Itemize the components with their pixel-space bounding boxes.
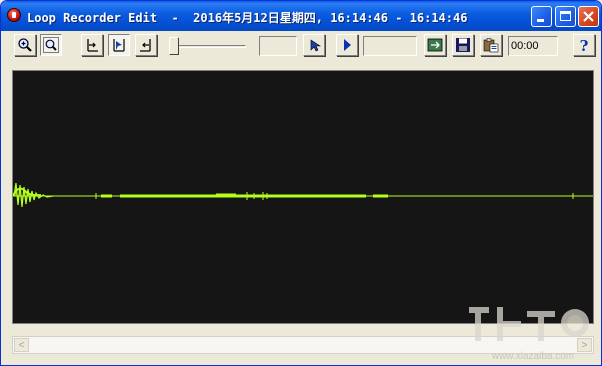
volume-slider-track[interactable] xyxy=(172,45,246,48)
save-button[interactable] xyxy=(452,34,474,56)
mark-start-button[interactable] xyxy=(81,34,103,56)
toolbar: 00:00 ? xyxy=(1,31,601,61)
select-button[interactable] xyxy=(108,34,130,56)
svg-text:?: ? xyxy=(580,37,589,53)
mark-end-button[interactable] xyxy=(135,34,157,56)
minimize-button[interactable] xyxy=(531,6,552,27)
magnifier-plus-icon xyxy=(18,38,32,52)
magnifier-select-icon xyxy=(43,37,59,53)
paste-button[interactable] xyxy=(480,34,502,56)
volume-slider-thumb[interactable] xyxy=(169,37,179,55)
cursor-button[interactable] xyxy=(303,34,325,56)
range-field xyxy=(363,36,417,56)
title-bar[interactable]: Loop Recorder Edit - 2016年5月12日星期四, 16:1… xyxy=(1,1,601,31)
position-field xyxy=(259,36,297,56)
app-window: Loop Recorder Edit - 2016年5月12日星期四, 16:1… xyxy=(0,0,602,366)
play-button[interactable] xyxy=(336,34,358,56)
zoom-fit-button[interactable] xyxy=(40,34,62,56)
question-mark-icon: ? xyxy=(580,37,589,53)
play-icon xyxy=(344,39,351,51)
convert-button[interactable] xyxy=(424,34,446,56)
close-icon xyxy=(583,11,594,22)
time-display: 00:00 xyxy=(508,36,558,56)
zoom-in-button[interactable] xyxy=(14,34,36,56)
close-button[interactable] xyxy=(578,6,599,27)
mark-end-icon xyxy=(140,39,151,52)
select-icon xyxy=(113,39,125,52)
scroll-left-button[interactable]: < xyxy=(14,338,29,352)
mark-start-icon xyxy=(87,39,98,52)
waveform-display[interactable] xyxy=(12,70,594,324)
clipboard-icon xyxy=(483,38,499,53)
watermark-logo: www.xiazaiba.com xyxy=(469,307,589,362)
waveform-graphic xyxy=(12,182,593,208)
window-title: Loop Recorder Edit - 2016年5月12日星期四, 16:1… xyxy=(27,11,468,25)
help-button[interactable]: ? xyxy=(573,34,595,56)
maximize-button[interactable] xyxy=(555,6,576,27)
convert-icon xyxy=(427,38,443,52)
floppy-disk-icon xyxy=(456,38,470,52)
watermark-text: www.xiazaiba.com xyxy=(491,351,574,362)
app-record-icon[interactable] xyxy=(7,8,21,22)
cursor-icon xyxy=(310,39,321,52)
